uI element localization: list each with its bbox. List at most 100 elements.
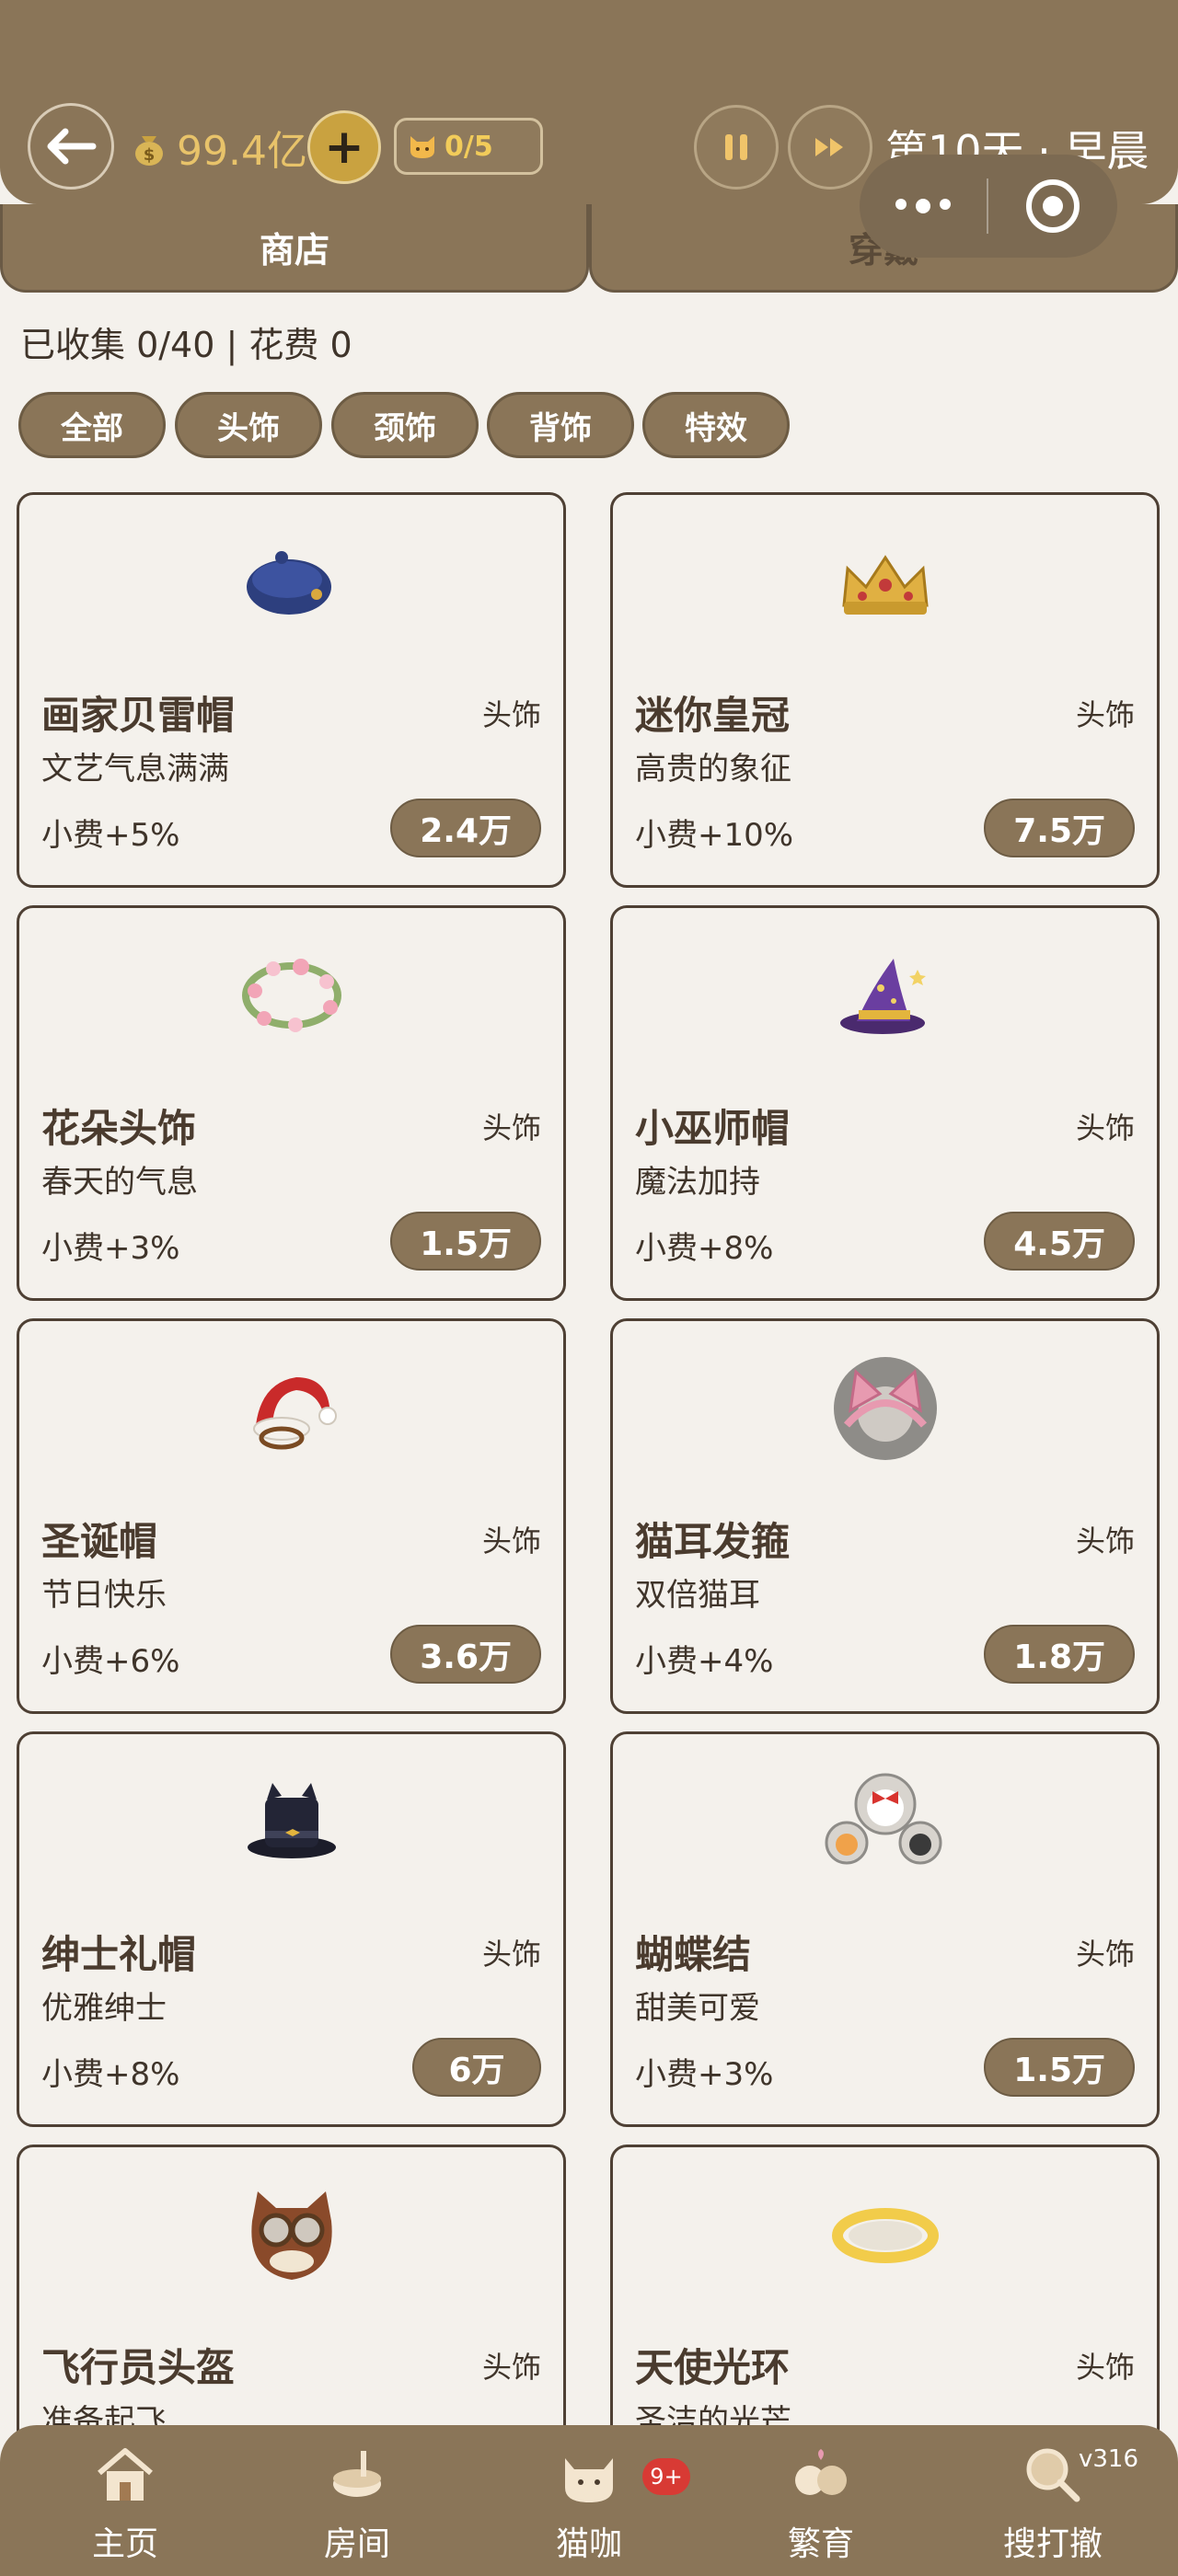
top-hat-icon: [19, 1762, 563, 1881]
add-money-button[interactable]: +: [307, 110, 381, 184]
money-amount: 99.4亿: [177, 128, 307, 175]
buy-button[interactable]: 6万: [412, 2038, 541, 2097]
item-name: 花朵头饰: [41, 1106, 197, 1151]
flower-wreath-icon: [19, 936, 563, 1055]
cat-count: 0/5: [445, 130, 493, 163]
nav-breeding[interactable]: 繁育: [729, 2425, 913, 2576]
pause-button[interactable]: [694, 105, 779, 190]
house-icon: [92, 2442, 158, 2512]
item-name: 迷你皇冠: [635, 693, 791, 738]
item-description: 高贵的象征: [635, 751, 791, 788]
item-card[interactable]: 花朵头饰 头饰 春天的气息 小费+3% 1.5万: [17, 905, 566, 1301]
miniprogram-capsule: [860, 155, 1117, 258]
santa-hat-icon: [19, 1349, 563, 1468]
dot: [916, 199, 930, 213]
crown-icon: [613, 523, 1157, 642]
tab-shop[interactable]: 商店: [0, 204, 589, 293]
item-bonus: 小费+10%: [635, 817, 794, 854]
item-bonus: 小费+3%: [635, 2056, 774, 2093]
item-name: 画家贝雷帽: [41, 693, 236, 738]
buy-button[interactable]: 7.5万: [984, 799, 1135, 857]
item-card[interactable]: 绅士礼帽 头饰 优雅绅士 小费+8% 6万: [17, 1731, 566, 2127]
item-bonus: 小费+6%: [41, 1643, 180, 1680]
item-description: 魔法加持: [635, 1164, 760, 1201]
buy-button[interactable]: 1.5万: [984, 2038, 1135, 2097]
bow-icon: [613, 1762, 1157, 1881]
cat-face-icon: [410, 136, 434, 158]
item-card[interactable]: 蝴蝶结 头饰 甜美可爱 小费+3% 1.5万: [610, 1731, 1160, 2127]
buy-button[interactable]: 1.5万: [390, 1212, 541, 1271]
breeding-icon: [788, 2442, 854, 2512]
nav-room[interactable]: 房间: [265, 2425, 449, 2576]
pilot-helmet-icon: [19, 2175, 563, 2294]
item-bonus: 小费+5%: [41, 817, 180, 854]
nav-cat-cafe[interactable]: 猫咖: [497, 2425, 681, 2576]
nav-label: 搜打撤: [1002, 2525, 1103, 2563]
item-description: 春天的气息: [41, 1164, 198, 1201]
target-icon: [1026, 179, 1080, 233]
item-description: 节日快乐: [41, 1577, 167, 1614]
filter-neck[interactable]: 颈饰: [331, 392, 479, 458]
item-category: 头饰: [481, 1937, 541, 1972]
item-card[interactable]: 画家贝雷帽 头饰 文艺气息满满 小费+5% 2.4万: [17, 492, 566, 888]
beret-icon: [19, 523, 563, 642]
wizard-hat-icon: [613, 936, 1157, 1055]
notification-badge: 9+: [642, 2458, 690, 2495]
item-category: 头饰: [1075, 1110, 1135, 1145]
buy-button[interactable]: 3.6万: [390, 1625, 541, 1684]
svg-text:$: $: [144, 145, 156, 165]
close-miniprogram-button[interactable]: [988, 177, 1117, 236]
pause-icon: [725, 134, 747, 160]
cat-counter: 0/5: [394, 118, 543, 175]
item-category: 头饰: [1075, 1524, 1135, 1558]
item-name: 小巫师帽: [635, 1106, 791, 1151]
filter-head[interactable]: 头饰: [175, 392, 322, 458]
dot: [940, 199, 951, 210]
item-category: 头饰: [1075, 2350, 1135, 2385]
item-card[interactable]: 迷你皇冠 头饰 高贵的象征 小费+10% 7.5万: [610, 492, 1160, 888]
item-bonus: 小费+4%: [635, 1643, 774, 1680]
item-name: 圣诞帽: [41, 1519, 158, 1564]
nav-label: 主页: [91, 2525, 158, 2563]
item-category: 头饰: [481, 1524, 541, 1558]
item-category: 头饰: [1075, 1937, 1135, 1972]
item-bonus: 小费+8%: [41, 2056, 180, 2093]
filter-effect[interactable]: 特效: [642, 392, 790, 458]
item-card[interactable]: 圣诞帽 头饰 节日快乐 小费+6% 3.6万: [17, 1318, 566, 1714]
item-description: 文艺气息满满: [41, 751, 229, 788]
item-category: 头饰: [481, 2350, 541, 2385]
item-name: 绅士礼帽: [41, 1932, 197, 1977]
fast-forward-button[interactable]: [788, 105, 872, 190]
nav-label: 猫咖: [555, 2525, 622, 2563]
cat-ear-headband-icon: [613, 1349, 1157, 1468]
back-button[interactable]: [28, 103, 114, 190]
collection-stats: 已收集 0/40 | 花费 0: [20, 325, 352, 365]
item-name: 猫耳发箍: [635, 1519, 791, 1564]
buy-button[interactable]: 4.5万: [984, 1212, 1135, 1271]
filter-back[interactable]: 背饰: [487, 392, 634, 458]
buy-button[interactable]: 2.4万: [390, 799, 541, 857]
item-description: 优雅绅士: [41, 1990, 167, 2027]
cat-cafe-icon: [556, 2442, 622, 2512]
item-description: 甜美可爱: [635, 1990, 760, 2027]
plus-icon: +: [324, 120, 364, 175]
item-card[interactable]: 猫耳发箍 头饰 双倍猫耳 小费+4% 1.8万: [610, 1318, 1160, 1714]
halo-icon: [613, 2175, 1157, 2294]
item-card[interactable]: 小巫师帽 头饰 魔法加持 小费+8% 4.5万: [610, 905, 1160, 1301]
fast-forward-icon: [815, 138, 843, 156]
nav-label: 繁育: [787, 2525, 854, 2563]
nav-label: 房间: [323, 2525, 390, 2563]
item-description: 双倍猫耳: [635, 1577, 760, 1614]
filter-all[interactable]: 全部: [18, 392, 166, 458]
item-bonus: 小费+8%: [635, 1230, 774, 1267]
arrow-left-icon: [47, 128, 97, 165]
search-loot-icon: [1020, 2442, 1086, 2512]
nav-home[interactable]: 主页: [33, 2425, 217, 2576]
item-name: 蝴蝶结: [635, 1932, 752, 1977]
item-category: 头饰: [481, 1110, 541, 1145]
more-options-button[interactable]: [860, 199, 987, 213]
dot: [895, 199, 907, 210]
buy-button[interactable]: 1.8万: [984, 1625, 1135, 1684]
item-bonus: 小费+3%: [41, 1230, 180, 1267]
version-label: v316: [1079, 2445, 1139, 2473]
